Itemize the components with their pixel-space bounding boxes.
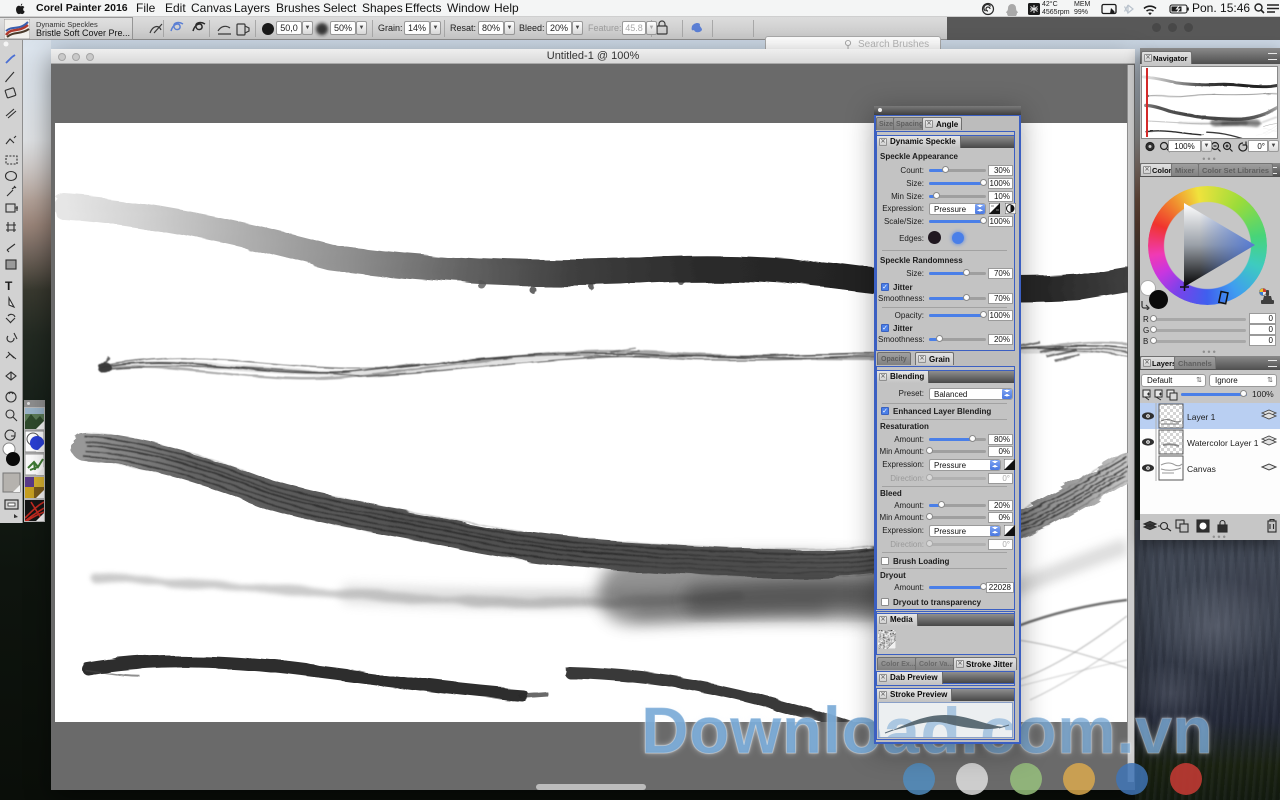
svg-text:T: T xyxy=(5,279,13,293)
